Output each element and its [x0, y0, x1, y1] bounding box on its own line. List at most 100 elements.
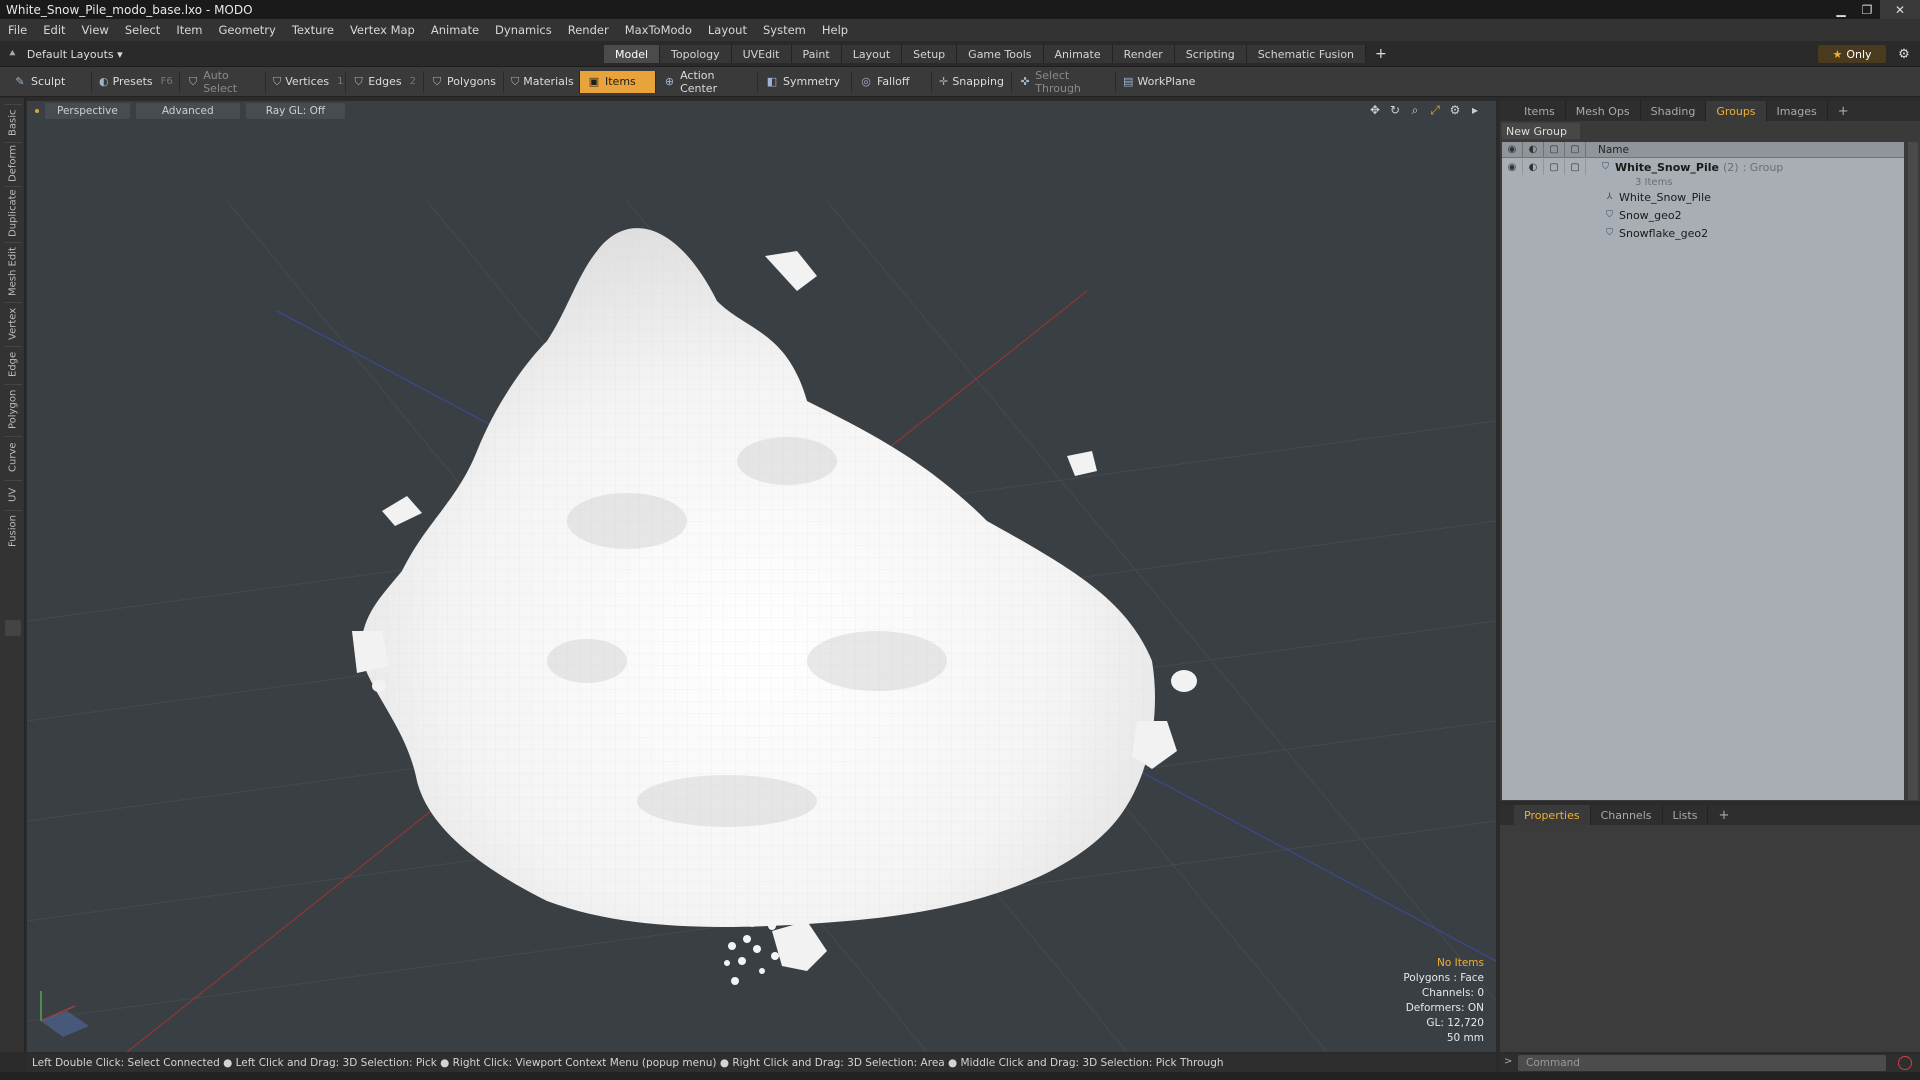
lock-checkbox[interactable]: ▢	[1544, 159, 1565, 175]
menu-select[interactable]: Select	[117, 23, 168, 37]
vtab-fusion[interactable]: Fusion	[4, 510, 22, 552]
tab-model[interactable]: Model	[604, 45, 661, 63]
tree-row-snowflake-geo2[interactable]: ⛉ Snowflake_geo2	[1502, 224, 1904, 242]
vtab-mesh-edit[interactable]: Mesh Edit	[4, 242, 22, 300]
workplane-button[interactable]: ▤ WorkPlane	[1116, 71, 1200, 93]
tree-row-group[interactable]: ◉ ◐ ▢ ▢ ⛉ White_Snow_Pile (2) : Group	[1502, 158, 1904, 176]
viewport-settings-icon[interactable]: ⚙	[1448, 103, 1462, 117]
tab-layout[interactable]: Layout	[841, 45, 903, 63]
tree-scrollbar[interactable]	[1908, 142, 1918, 800]
select-checkbox[interactable]: ▢	[1565, 159, 1586, 175]
polygons-button[interactable]: ⛉ Polygons	[424, 70, 504, 93]
maximize-button[interactable]: ❐	[1854, 0, 1880, 19]
menu-maxtomodo[interactable]: MaxToModo	[617, 23, 700, 37]
items-button[interactable]: ▣ Items	[580, 70, 656, 93]
vtab-edge[interactable]: Edge	[4, 346, 22, 382]
tab-topology[interactable]: Topology	[660, 45, 732, 63]
menu-item[interactable]: Item	[168, 23, 210, 37]
command-input[interactable]: Command	[1518, 1055, 1886, 1071]
render-icon[interactable]: ◐	[1523, 159, 1544, 175]
vtab-deform[interactable]: Deform	[4, 142, 22, 184]
tab-shading[interactable]: Shading	[1641, 101, 1707, 121]
lock-column-icon[interactable]: ▢	[1544, 141, 1565, 158]
gear-icon[interactable]: ⚙	[1894, 45, 1914, 63]
menu-view[interactable]: View	[74, 23, 117, 37]
add-properties-tab-plus-icon[interactable]: +	[1708, 805, 1739, 825]
group-name: White_Snow_Pile	[1615, 160, 1719, 174]
tab-lists[interactable]: Lists	[1663, 805, 1709, 825]
vtab-basic[interactable]: Basic	[4, 104, 22, 140]
tab-mesh-ops[interactable]: Mesh Ops	[1566, 101, 1641, 121]
layout-selector[interactable]: ⯅ Default Layouts ▾	[4, 45, 123, 63]
tab-groups[interactable]: Groups	[1706, 101, 1767, 121]
new-group-button[interactable]: New Group	[1502, 123, 1580, 139]
tab-render[interactable]: Render	[1112, 45, 1175, 63]
only-button[interactable]: ★ Only	[1818, 45, 1886, 63]
view-mode-button[interactable]: Perspective	[45, 103, 130, 119]
menu-help[interactable]: Help	[814, 23, 856, 37]
vtab-vertex[interactable]: Vertex	[4, 302, 22, 344]
tab-schematic-fusion[interactable]: Schematic Fusion	[1246, 45, 1367, 63]
add-tab-plus-icon[interactable]: +	[1366, 45, 1396, 63]
menu-dynamics[interactable]: Dynamics	[487, 23, 560, 37]
menu-texture[interactable]: Texture	[284, 23, 342, 37]
command-status-icon[interactable]	[1898, 1056, 1912, 1070]
items-label: Items	[605, 75, 636, 88]
raygl-button[interactable]: Ray GL: Off	[245, 103, 346, 119]
minimize-button[interactable]: ▁	[1828, 0, 1854, 19]
menu-system[interactable]: System	[755, 23, 814, 37]
menu-edit[interactable]: Edit	[35, 23, 73, 37]
tab-uvedit[interactable]: UVEdit	[731, 45, 792, 63]
snapping-button[interactable]: ✛ Snapping	[932, 70, 1012, 93]
menu-vertex-map[interactable]: Vertex Map	[342, 23, 423, 37]
rotate-icon[interactable]: ↻	[1388, 103, 1402, 117]
menu-layout[interactable]: Layout	[700, 23, 755, 37]
auto-select-button[interactable]: ⛉ Auto Select	[180, 69, 266, 95]
select-through-button[interactable]: ✜ Select Through	[1012, 68, 1116, 95]
3d-viewport[interactable]: Perspective Advanced Ray GL: Off ✥ ↻ ⌕ ⤢…	[27, 101, 1496, 1052]
tab-items[interactable]: Items	[1514, 101, 1566, 121]
tab-game-tools[interactable]: Game Tools	[957, 45, 1044, 63]
collapse-arrow-icon[interactable]: ⯅	[4, 47, 21, 61]
shading-mode-button[interactable]: Advanced	[135, 103, 240, 119]
close-button[interactable]: ✕	[1880, 0, 1920, 19]
vtab-uv[interactable]: UV	[4, 480, 22, 508]
polygons-icon: ⛉	[432, 74, 442, 88]
action-center-button[interactable]: ⊕ Action Center	[656, 69, 758, 95]
symmetry-button[interactable]: ◧ Symmetry	[758, 70, 852, 93]
menu-geometry[interactable]: Geometry	[211, 23, 284, 37]
zoom-icon[interactable]: ⌕	[1408, 103, 1422, 117]
eye-icon[interactable]: ◉	[1502, 159, 1523, 175]
tree-row-white-snow-pile[interactable]: ⅄ White_Snow_Pile	[1502, 188, 1904, 206]
tree-row-snow-geo2[interactable]: ⛉ Snow_geo2	[1502, 206, 1904, 224]
tab-properties[interactable]: Properties	[1514, 805, 1591, 825]
presets-button[interactable]: ◐ Presets F6	[92, 70, 180, 93]
visibility-column-icon[interactable]: ◉	[1502, 141, 1523, 158]
select-through-label: Select Through	[1035, 68, 1081, 95]
viewport-menu-arrow-icon[interactable]: ▸	[1468, 103, 1482, 117]
sculpt-button[interactable]: ✎ Sculpt	[6, 70, 92, 93]
add-panel-tab-plus-icon[interactable]: +	[1828, 101, 1859, 121]
render-column-icon[interactable]: ◐	[1523, 141, 1544, 158]
vertices-button[interactable]: ⛉ Vertices 1	[266, 70, 346, 93]
select-column-icon[interactable]: ▢	[1565, 141, 1586, 158]
vtab-polygon[interactable]: Polygon	[4, 384, 22, 434]
falloff-button[interactable]: ◎ Falloff	[852, 70, 932, 93]
vtab-duplicate[interactable]: Duplicate	[4, 186, 22, 240]
edges-button[interactable]: ⛉ Edges 2	[346, 70, 424, 93]
tab-scripting[interactable]: Scripting	[1174, 45, 1247, 63]
panel-toggle-button[interactable]	[5, 620, 21, 636]
tab-paint[interactable]: Paint	[791, 45, 842, 63]
menu-bar: File Edit View Select Item Geometry Text…	[0, 19, 1920, 41]
pan-icon[interactable]: ✥	[1368, 103, 1382, 117]
menu-animate[interactable]: Animate	[423, 23, 487, 37]
tab-channels[interactable]: Channels	[1591, 805, 1663, 825]
menu-file[interactable]: File	[0, 23, 35, 37]
tab-animate[interactable]: Animate	[1043, 45, 1113, 63]
tab-images[interactable]: Images	[1767, 101, 1828, 121]
menu-render[interactable]: Render	[560, 23, 617, 37]
tab-setup[interactable]: Setup	[902, 45, 958, 63]
materials-button[interactable]: ⛉ Materials	[504, 70, 580, 93]
vtab-curve[interactable]: Curve	[4, 436, 22, 478]
maximize-viewport-icon[interactable]: ⤢	[1428, 103, 1442, 117]
